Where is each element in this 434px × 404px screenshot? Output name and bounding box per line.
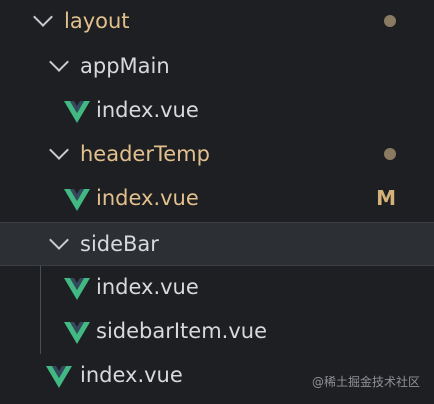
chevron-down-icon[interactable] bbox=[49, 140, 69, 160]
file-label-sidebar-item: sidebarItem.vue bbox=[96, 319, 267, 343]
folder-label-sidebar: sideBar bbox=[80, 232, 159, 256]
vue-icon bbox=[64, 278, 90, 300]
file-label-appmain-index: index.vue bbox=[96, 98, 199, 122]
folder-headertemp[interactable]: headerTemp bbox=[0, 133, 434, 177]
vue-icon bbox=[64, 189, 90, 211]
folder-sidebar[interactable]: sideBar bbox=[0, 222, 434, 266]
chevron-down-icon[interactable] bbox=[33, 7, 53, 27]
watermark: @稀土掘金技术社区 bbox=[311, 375, 420, 389]
file-label-headertemp-index: index.vue bbox=[96, 186, 199, 210]
folder-label-layout: layout bbox=[64, 9, 130, 33]
folder-label-headertemp: headerTemp bbox=[80, 142, 210, 166]
file-sidebar-item[interactable]: sidebarItem.vue bbox=[0, 310, 434, 354]
folder-layout[interactable]: layout bbox=[0, 0, 434, 44]
modified-dot-icon bbox=[384, 148, 396, 160]
file-headertemp-index[interactable]: index.vue M bbox=[0, 177, 434, 221]
file-sidebar-index[interactable]: index.vue bbox=[0, 266, 434, 310]
git-modified-badge: M bbox=[376, 186, 396, 210]
file-label-sidebar-index: index.vue bbox=[96, 275, 199, 299]
vue-icon bbox=[46, 366, 72, 388]
modified-dot-icon bbox=[384, 15, 396, 27]
vue-icon bbox=[64, 322, 90, 344]
folder-appmain[interactable]: appMain bbox=[0, 45, 434, 89]
vue-icon bbox=[64, 101, 90, 123]
file-appmain-index[interactable]: index.vue bbox=[0, 89, 434, 133]
chevron-down-icon[interactable] bbox=[49, 52, 69, 72]
folder-label-appmain: appMain bbox=[80, 54, 170, 78]
chevron-down-icon[interactable] bbox=[49, 230, 69, 250]
file-label-layout-index: index.vue bbox=[80, 363, 183, 387]
file-explorer-tree: layout appMain index.vue headerTemp inde… bbox=[0, 0, 434, 404]
